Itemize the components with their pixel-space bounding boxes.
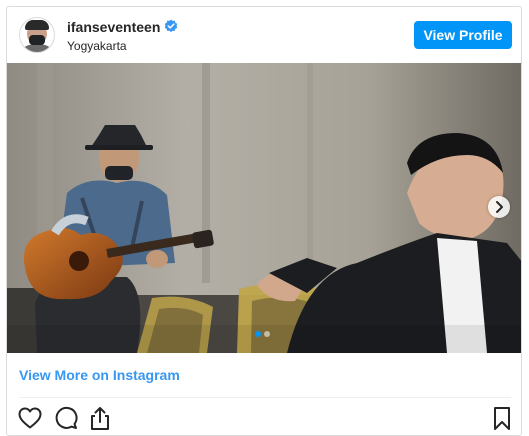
view-profile-button[interactable]: View Profile — [414, 21, 512, 49]
divider — [19, 397, 511, 398]
carousel-dot-active — [255, 331, 261, 337]
chevron-right-icon — [496, 201, 503, 213]
view-more-link[interactable]: View More on Instagram — [19, 367, 180, 383]
post-photo — [7, 63, 521, 353]
avatar[interactable] — [19, 17, 55, 53]
username[interactable]: ifanseventeen — [67, 19, 160, 35]
comment-icon[interactable] — [53, 405, 79, 431]
post-location[interactable]: Yogyakarta — [67, 39, 127, 53]
next-slide-button[interactable] — [488, 196, 510, 218]
heart-icon[interactable] — [17, 405, 43, 431]
post-header: ifanseventeen Yogyakarta View Profile — [7, 7, 521, 65]
instagram-embed-card: ifanseventeen Yogyakarta View Profile Vi… — [6, 6, 522, 436]
bookmark-icon[interactable] — [489, 405, 515, 431]
carousel-dot — [264, 331, 270, 337]
verified-badge-icon — [164, 19, 178, 33]
share-icon[interactable] — [87, 405, 113, 431]
post-media[interactable] — [7, 63, 521, 353]
